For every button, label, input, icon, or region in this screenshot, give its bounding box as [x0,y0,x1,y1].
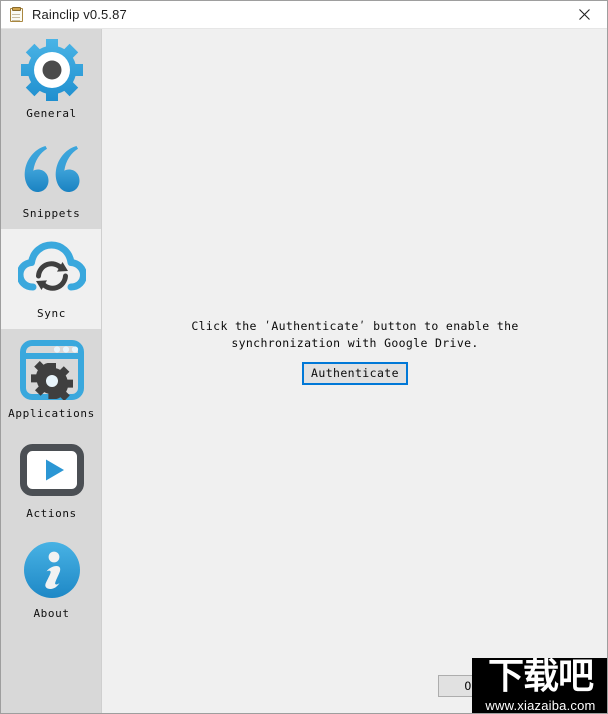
sidebar-item-actions[interactable]: Actions [1,429,101,529]
gear-icon [17,35,87,105]
close-icon [578,9,590,20]
cloud-sync-icon [17,235,87,305]
titlebar: Rainclip v0.5.87 [1,1,607,29]
sync-instruction-text: Click the ʹAuthenticateʹ button to enabl… [191,319,519,350]
window-title: Rainclip v0.5.87 [32,7,127,22]
sidebar-item-label: Applications [8,407,95,420]
clipboard-icon [9,6,25,23]
authenticate-button[interactable]: Authenticate [302,362,408,385]
sidebar-item-label: About [33,607,70,620]
watermark-url-text: www.xiazaiba.com [485,698,596,713]
sync-panel: Click the ʹAuthenticateʹ button to enabl… [103,318,607,385]
watermark-overlay: 下载吧 www.xiazaiba.com [472,658,607,713]
sidebar-item-label: Sync [37,307,66,320]
app-window: Rainclip v0.5.87 General Snippets Sync A… [0,0,608,714]
sidebar: General Snippets Sync Applications Actio… [1,29,102,713]
sidebar-item-general[interactable]: General [1,29,101,129]
play-screen-icon [17,435,87,505]
window-gear-icon [17,335,87,405]
sidebar-item-label: Snippets [22,207,81,220]
info-icon [17,535,87,605]
quotes-icon [17,135,87,205]
sidebar-item-about[interactable]: About [1,529,101,629]
sidebar-item-snippets[interactable]: Snippets [1,129,101,229]
close-button[interactable] [561,1,607,28]
sidebar-item-sync[interactable]: Sync [1,229,101,329]
sidebar-item-applications[interactable]: Applications [1,329,101,429]
watermark-logo-text: 下载吧 [487,658,594,697]
sidebar-item-label: General [26,107,77,120]
sidebar-item-label: Actions [26,507,77,520]
content-area: Click the ʹAuthenticateʹ button to enabl… [103,29,607,713]
